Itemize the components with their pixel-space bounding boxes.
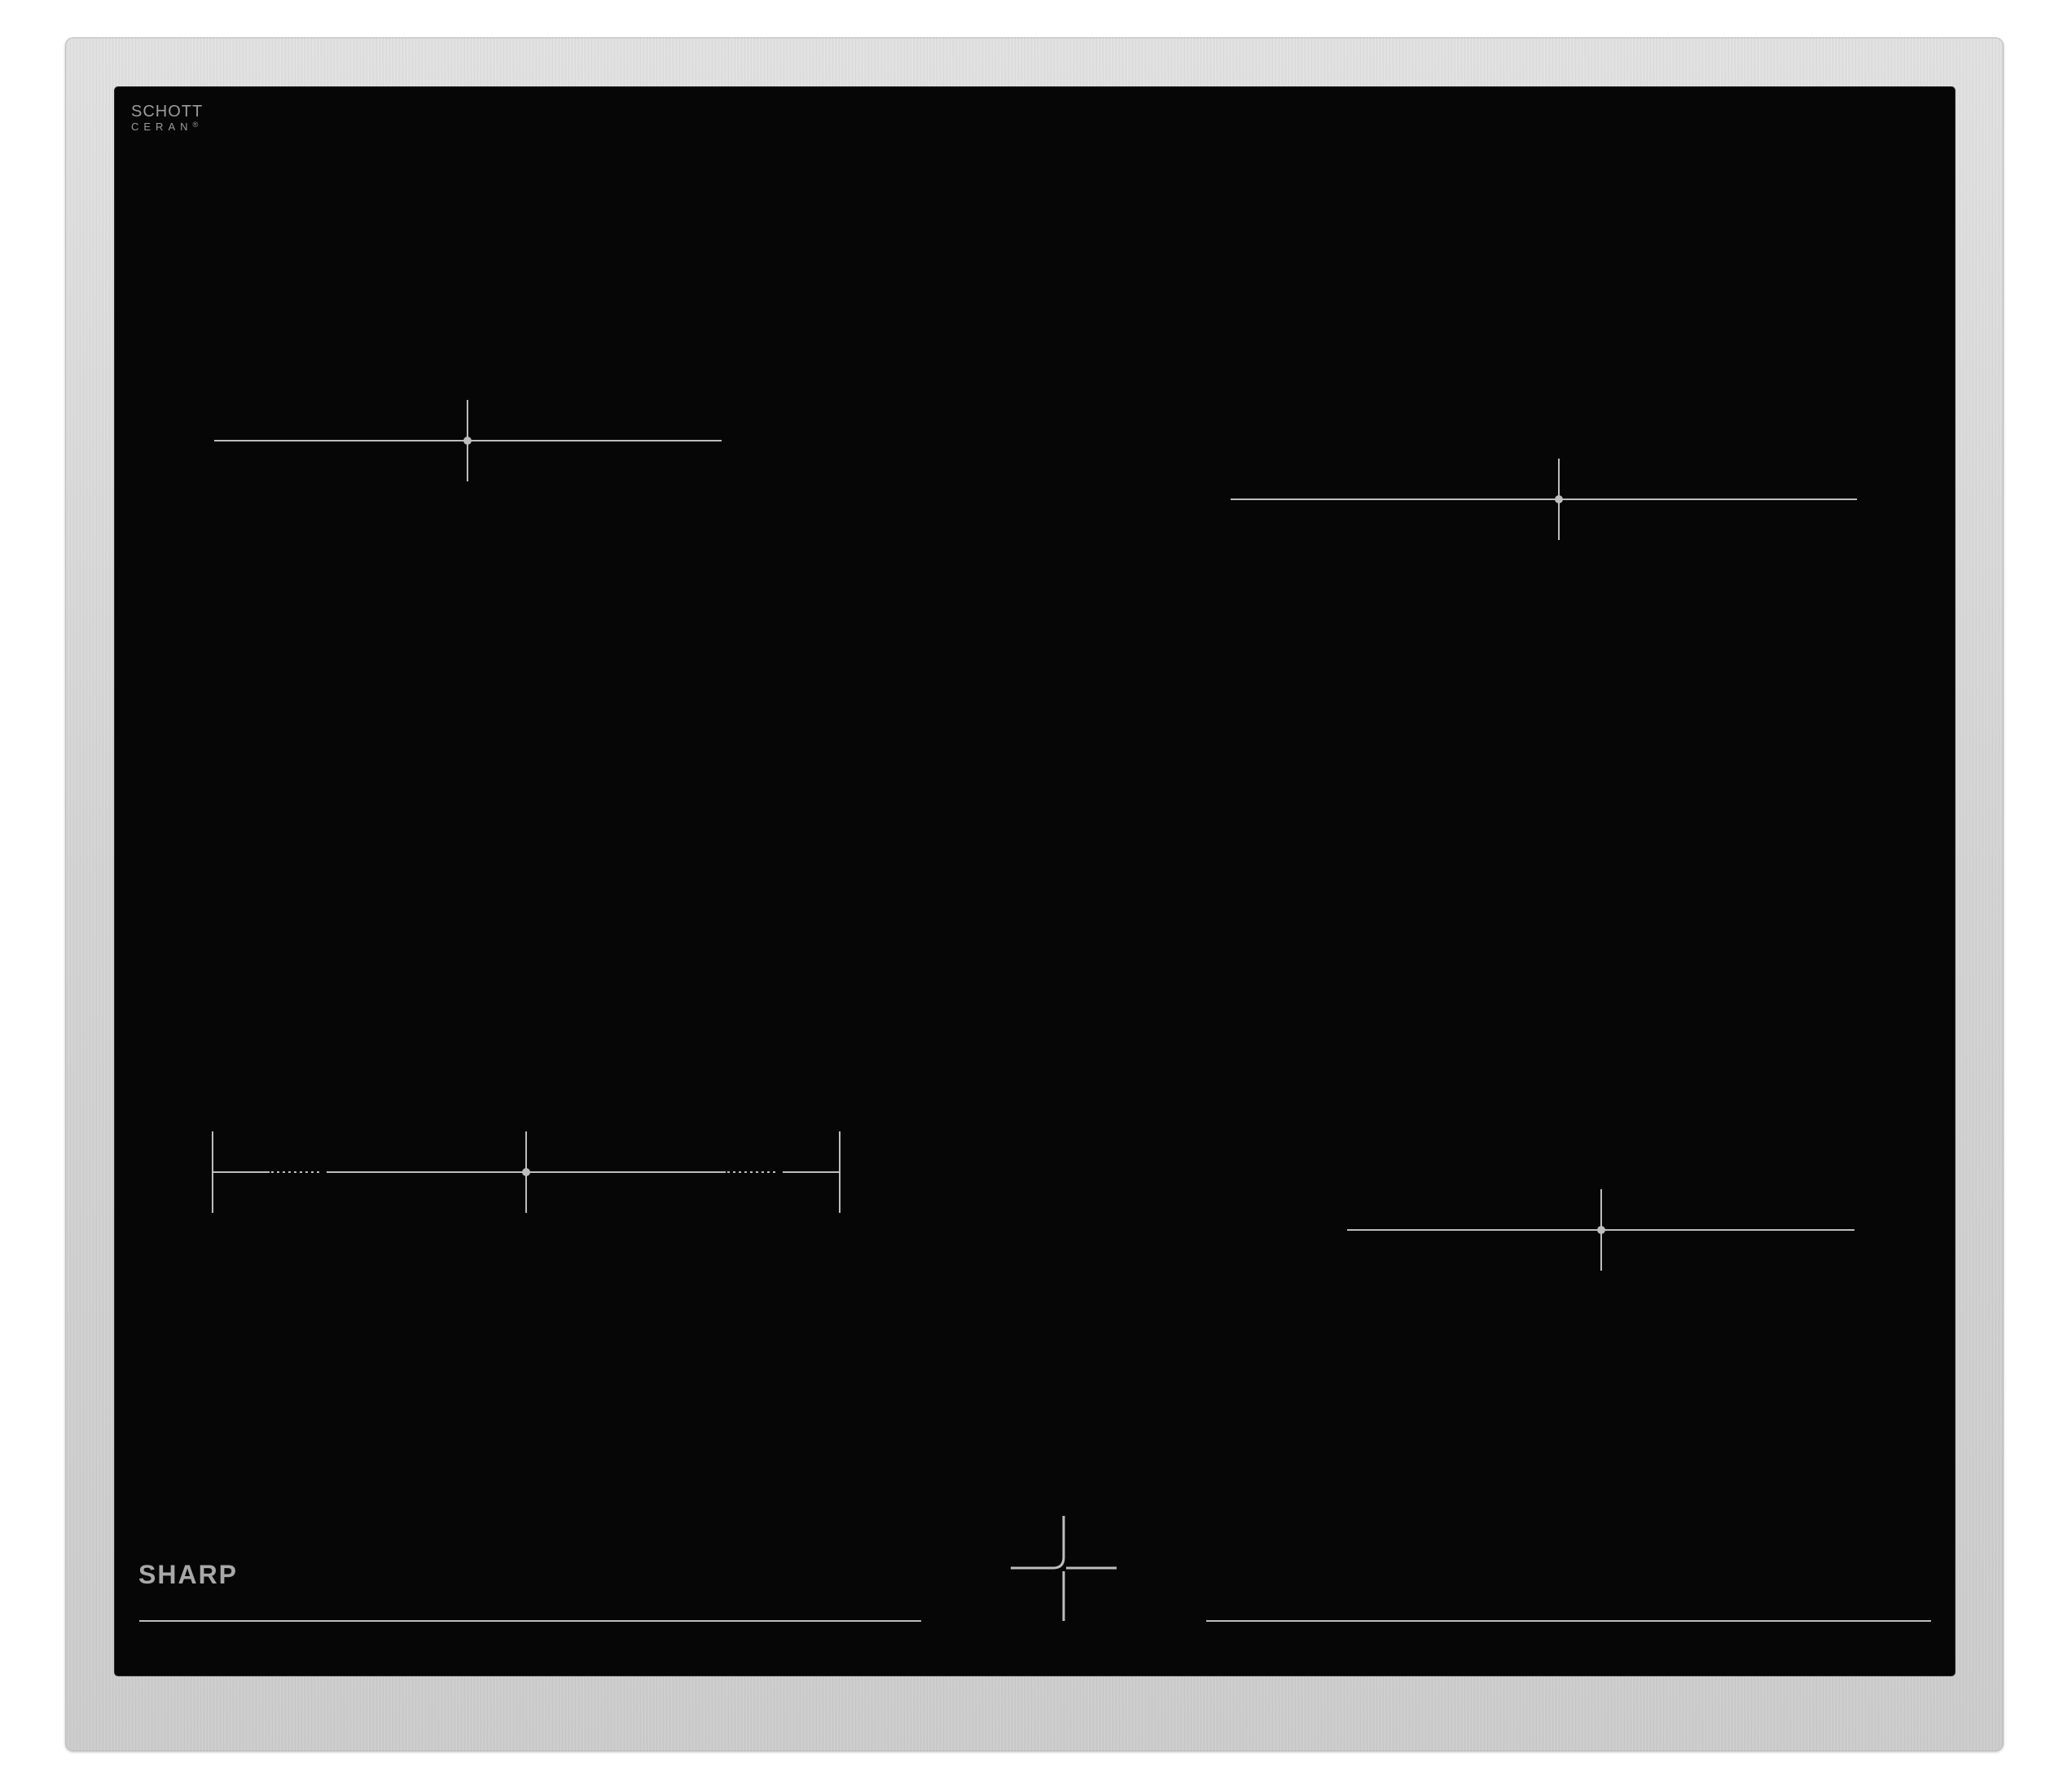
sharp-logo: SHARP bbox=[138, 1560, 239, 1589]
ceramic-glass-cooktop: SCHOTT CERAN® SHARP bbox=[115, 87, 1955, 1676]
control-cross-icon[interactable] bbox=[1011, 1516, 1117, 1621]
product-photo: SCHOTT CERAN® SHARP bbox=[0, 0, 2063, 1792]
zone-marker-top-right bbox=[1231, 459, 1857, 540]
zone-marker-bottom-right bbox=[1347, 1189, 1855, 1271]
zone-marker-top-left bbox=[214, 400, 722, 481]
cooktop-markings bbox=[139, 400, 1931, 1622]
extended-zone-marker-bottom-left bbox=[212, 1131, 841, 1213]
